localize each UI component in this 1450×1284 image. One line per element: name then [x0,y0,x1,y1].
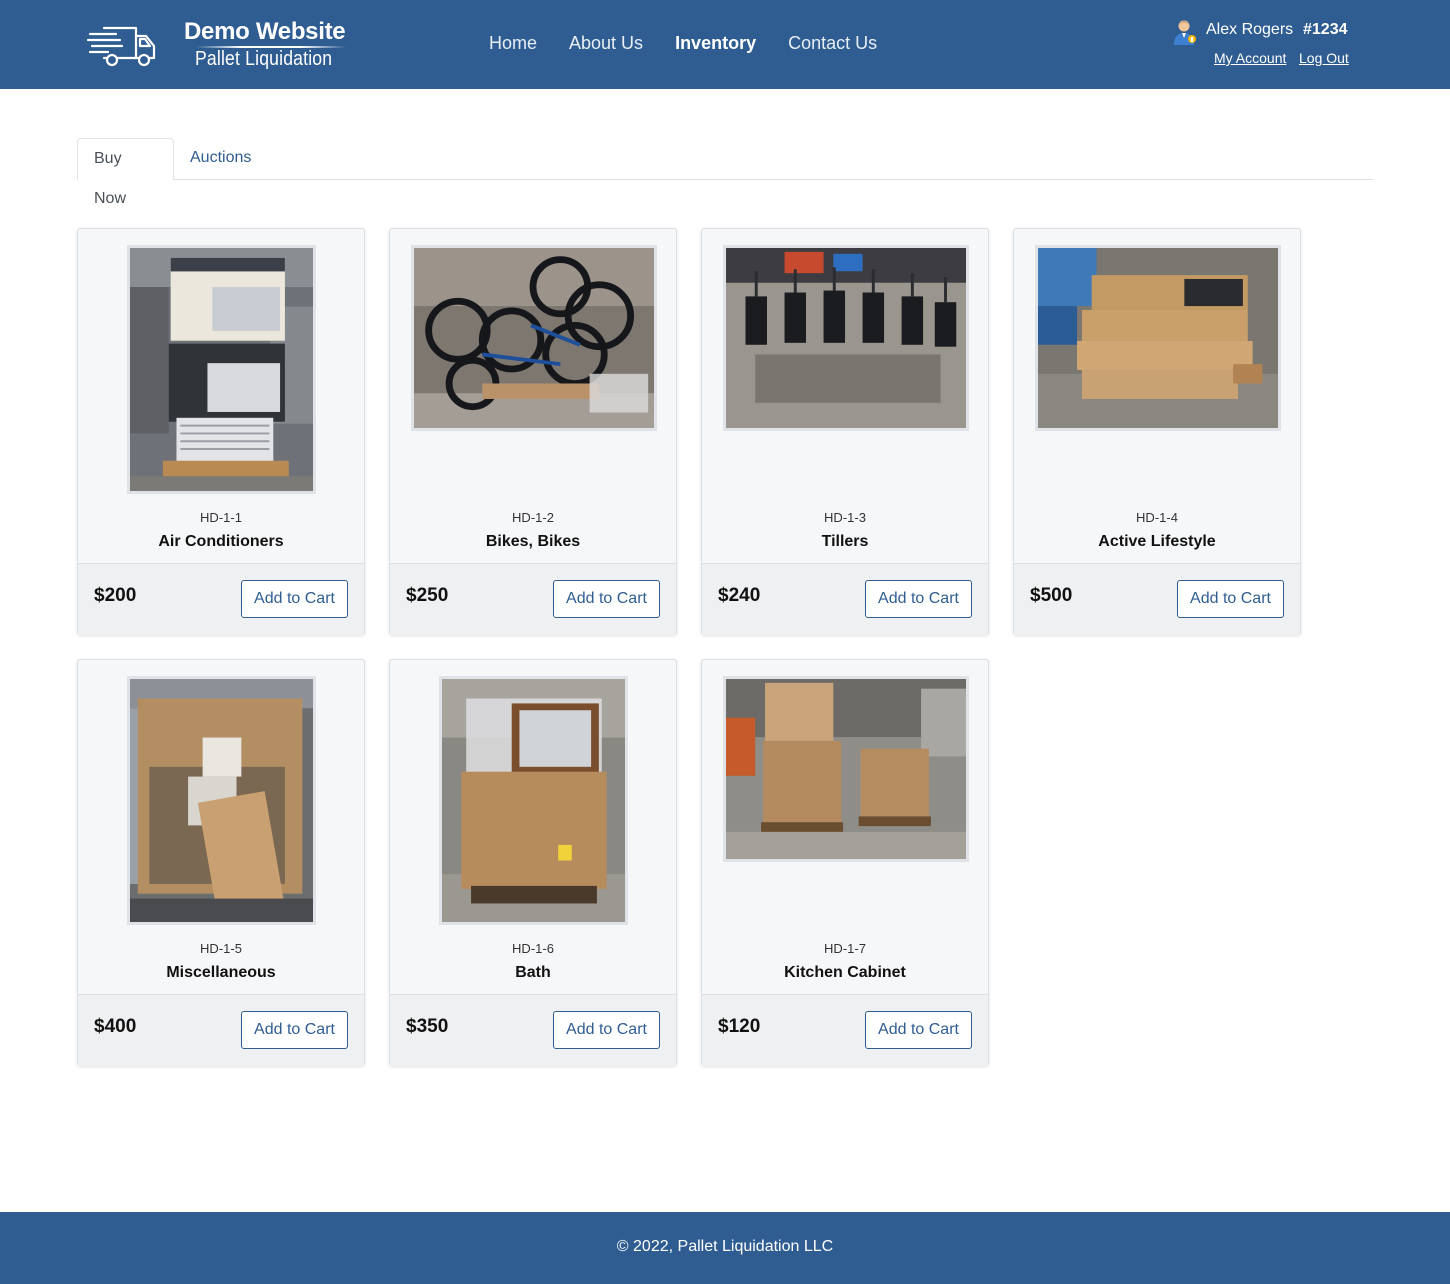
add-to-cart-button[interactable]: Add to Cart [241,1011,348,1049]
add-to-cart-button[interactable]: Add to Cart [553,1011,660,1049]
tab-buy-now[interactable]: Buy Now [77,138,174,207]
product-sku: HD-1-5 [200,941,242,956]
add-to-cart-button[interactable]: Add to Cart [1177,580,1284,618]
site-footer: © 2022, Pallet Liquidation LLC [0,1212,1450,1284]
product-sku: HD-1-7 [824,941,866,956]
product-card-footer: $400 Add to Cart [78,994,364,1066]
product-price: $120 [718,1016,761,1037]
product-title[interactable]: Tillers [702,533,988,551]
product-title[interactable]: Active Lifestyle [1014,533,1300,551]
my-account-link[interactable]: My Account [1214,50,1286,66]
nav-contact-us[interactable]: Contact Us [788,33,877,55]
product-card-footer: $240 Add to Cart [702,563,988,635]
kitchen-cabinet-pallets-image[interactable] [723,676,969,862]
product-title[interactable]: Bath [390,964,676,982]
add-to-cart-button[interactable]: Add to Cart [241,580,348,618]
user-panel: Alex Rogers #1234 My Account Log Out [1172,18,1352,70]
main-nav: Home About Us Inventory Contact Us [489,33,909,55]
log-out-link[interactable]: Log Out [1299,50,1349,66]
product-price: $350 [406,1016,449,1037]
product-title[interactable]: Air Conditioners [78,533,364,551]
product-card: HD-1-5 Miscellaneous $400 Add to Cart [77,659,365,1066]
product-title[interactable]: Miscellaneous [78,964,364,982]
product-price: $400 [94,1016,137,1037]
nav-home[interactable]: Home [489,33,537,55]
copyright-text: © 2022, Pallet Liquidation LLC [616,1238,834,1255]
product-card-footer: $250 Add to Cart [390,563,676,635]
product-price: $240 [718,585,761,606]
product-price: $200 [94,585,137,606]
logo-subtitle: Pallet Liquidation [195,48,333,70]
product-card-footer: $500 Add to Cart [1014,563,1300,635]
user-id: #1234 [1303,21,1348,38]
nav-inventory[interactable]: Inventory [675,33,756,55]
misc-gaylord-image[interactable] [127,676,316,925]
add-to-cart-button[interactable]: Add to Cart [865,1011,972,1049]
product-sku: HD-1-1 [200,510,242,525]
user-avatar-icon [1174,20,1196,45]
product-card: HD-1-6 Bath $350 Add to Cart [389,659,677,1066]
product-card: HD-1-1 Air Conditioners $200 Add to Cart [77,228,365,635]
air-conditioner-pallet-image[interactable] [127,245,316,494]
add-to-cart-button[interactable]: Add to Cart [553,580,660,618]
product-title[interactable]: Bikes, Bikes [390,533,676,551]
product-sku: HD-1-3 [824,510,866,525]
user-name: Alex Rogers [1206,21,1294,38]
product-price: $500 [1030,585,1073,606]
site-logo[interactable]: Demo Website Pallet Liquidation [86,14,366,74]
product-title[interactable]: Kitchen Cabinet [702,964,988,982]
boxes-pallet-image[interactable] [1035,245,1281,431]
add-to-cart-button[interactable]: Add to Cart [865,580,972,618]
bath-pallet-image[interactable] [439,676,628,925]
product-card: HD-1-4 Active Lifestyle $500 Add to Cart [1013,228,1301,635]
bikes-pallet-image[interactable] [411,245,657,431]
product-card-footer: $200 Add to Cart [78,563,364,635]
inventory-tabs: Buy Now Auctions [77,138,1373,207]
product-sku: HD-1-2 [512,510,554,525]
product-sku: HD-1-6 [512,941,554,956]
logo-title: Demo Website [184,18,346,45]
tillers-image[interactable] [723,245,969,431]
product-card: HD-1-7 Kitchen Cabinet $120 Add to Cart [701,659,989,1066]
product-price: $250 [406,585,449,606]
site-header: Demo Website Pallet Liquidation Home Abo… [0,0,1450,89]
product-card: HD-1-2 Bikes, Bikes $250 Add to Cart [389,228,677,635]
tab-auctions[interactable]: Auctions [174,138,267,180]
product-card: HD-1-3 Tillers $240 Add to Cart [701,228,989,635]
nav-about-us[interactable]: About Us [569,33,643,55]
delivery-truck-icon [86,26,156,67]
product-card-footer: $350 Add to Cart [390,994,676,1066]
product-card-footer: $120 Add to Cart [702,994,988,1066]
product-sku: HD-1-4 [1136,510,1178,525]
